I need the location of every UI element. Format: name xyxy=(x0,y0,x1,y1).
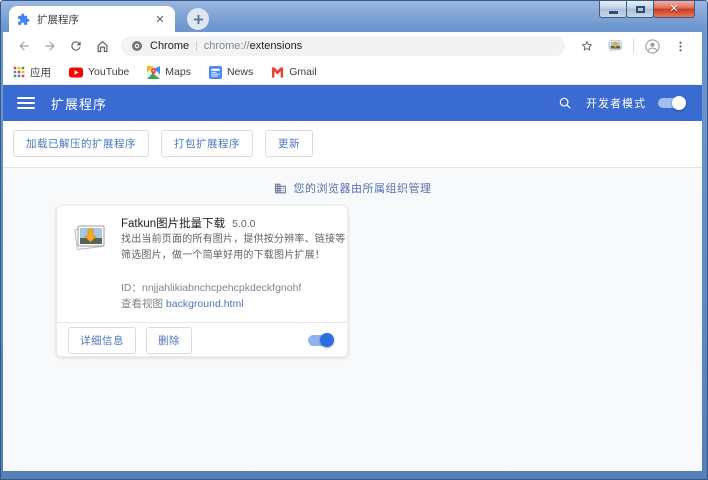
plus-icon xyxy=(193,14,204,25)
window-controls: ✕ xyxy=(600,1,695,18)
bookmark-youtube-label: YouTube xyxy=(88,66,129,78)
bookmark-apps[interactable]: 应用 xyxy=(13,65,51,80)
back-button[interactable] xyxy=(13,35,35,57)
browser-toolbar: Chrome | chrome://extensions xyxy=(3,32,702,60)
pack-extension-button[interactable]: 打包扩展程序 xyxy=(161,130,253,157)
home-button[interactable] xyxy=(91,35,113,57)
three-dot-menu-icon xyxy=(674,40,687,53)
details-button[interactable]: 详细信息 xyxy=(68,327,136,354)
browser-window: ✕ 扩展程序 ✕ xyxy=(0,0,708,480)
extension-info: Fatkun图片批量下载 5.0.0 找出当前页面的所有图片，提供按分辨率、链接等… xyxy=(121,216,339,312)
bookmark-star-button[interactable] xyxy=(576,35,598,57)
back-arrow-icon xyxy=(17,39,31,53)
minimize-icon xyxy=(609,11,618,14)
maximize-button[interactable] xyxy=(626,1,654,18)
minimize-button[interactable] xyxy=(599,1,627,18)
home-icon xyxy=(95,39,110,54)
close-icon: ✕ xyxy=(669,4,678,15)
background-page-link[interactable]: background.html xyxy=(166,298,244,310)
url-host: extensions xyxy=(250,40,303,52)
extensions-header: 扩展程序 开发者模式 xyxy=(3,85,702,121)
profile-button[interactable] xyxy=(641,35,663,57)
extension-id-value: nnjjahlikiabnchcpehcpkdeckfgnohf xyxy=(142,282,301,294)
address-separator: | xyxy=(195,41,198,52)
fatkun-extension-button[interactable] xyxy=(604,35,626,57)
reload-icon xyxy=(69,39,83,53)
developer-mode-label: 开发者模式 xyxy=(586,95,646,111)
chrome-product-icon xyxy=(131,40,143,52)
maps-icon xyxy=(147,66,160,79)
extension-id-row: ID：nnjjahlikiabnchcpehcpkdeckfgnohf xyxy=(121,280,339,296)
bookmark-maps-label: Maps xyxy=(165,66,191,78)
managed-notice-text: 您的浏览器由所属组织管理 xyxy=(294,180,432,196)
new-tab-button[interactable] xyxy=(187,8,209,30)
remove-button[interactable]: 删除 xyxy=(146,327,192,354)
update-button[interactable]: 更新 xyxy=(265,130,313,157)
reload-button[interactable] xyxy=(65,35,87,57)
profile-avatar-icon xyxy=(644,38,661,55)
maximize-icon xyxy=(636,6,645,13)
extension-views-row: 查看视图 background.html xyxy=(121,296,339,312)
extension-description: 找出当前页面的所有图片，提供按分辨率、链接等 筛选图片，做一个简单好用的下载图片… xyxy=(121,232,339,264)
bookmark-apps-label: 应用 xyxy=(30,65,51,80)
description-line-2: 筛选图片，做一个简单好用的下载图片扩展！ xyxy=(121,248,339,264)
extensions-page: 扩展程序 开发者模式 加载已解压的扩展程序 打包扩展程序 更新 您的浏 xyxy=(3,85,702,471)
bookmark-maps[interactable]: Maps xyxy=(147,66,191,79)
fatkun-app-icon xyxy=(72,220,108,256)
browser-body: Chrome | chrome://extensions xyxy=(3,32,702,471)
toolbar-right xyxy=(573,35,694,57)
bookmark-gmail[interactable]: Gmail xyxy=(271,66,316,78)
card-footer: 详细信息 删除 xyxy=(57,323,347,357)
close-button[interactable]: ✕ xyxy=(653,1,695,18)
views-label: 查看视图 xyxy=(121,298,166,310)
address-bar[interactable]: Chrome | chrome://extensions xyxy=(121,36,565,56)
browser-menu-button[interactable] xyxy=(669,35,691,57)
extension-enabled-toggle[interactable] xyxy=(308,335,333,346)
gmail-icon xyxy=(271,67,284,78)
bookmark-gmail-label: Gmail xyxy=(289,66,316,78)
star-icon xyxy=(580,39,594,53)
address-chip-label: Chrome xyxy=(150,40,189,52)
fatkun-extension-icon xyxy=(607,38,623,54)
url-scheme: chrome:// xyxy=(204,40,250,52)
bookmark-news[interactable]: News xyxy=(209,66,253,79)
page-title: 扩展程序 xyxy=(51,94,107,113)
hamburger-menu-button[interactable] xyxy=(17,97,35,109)
extension-id-label: ID： xyxy=(121,282,142,294)
extension-actions-row: 加载已解压的扩展程序 打包扩展程序 更新 xyxy=(3,121,702,168)
developer-mode-toggle[interactable] xyxy=(658,98,684,108)
news-icon xyxy=(209,66,222,79)
bookmark-youtube[interactable]: YouTube xyxy=(69,66,129,78)
tab-title: 扩展程序 xyxy=(37,12,153,27)
organization-building-icon xyxy=(274,182,287,195)
description-line-1: 找出当前页面的所有图片，提供按分辨率、链接等 xyxy=(121,232,339,248)
toolbar-divider xyxy=(633,39,634,53)
load-unpacked-button[interactable]: 加载已解压的扩展程序 xyxy=(13,130,149,157)
search-icon[interactable] xyxy=(558,96,572,110)
extension-name: Fatkun图片批量下载 xyxy=(121,218,225,230)
apps-grid-icon xyxy=(13,66,25,78)
bookmark-news-label: News xyxy=(227,66,253,78)
toggle-knob xyxy=(672,96,686,110)
header-right: 开发者模式 xyxy=(558,95,688,111)
browser-tab[interactable]: 扩展程序 ✕ xyxy=(9,6,175,32)
extension-card: Fatkun图片批量下载 5.0.0 找出当前页面的所有图片，提供按分辨率、链接等… xyxy=(56,205,348,357)
tab-close-icon[interactable]: ✕ xyxy=(153,12,167,26)
youtube-icon xyxy=(69,67,83,78)
extension-version: 5.0.0 xyxy=(232,218,255,230)
bookmarks-bar: 应用 YouTube Maps News xyxy=(3,60,702,85)
forward-button[interactable] xyxy=(39,35,61,57)
extensions-puzzle-icon xyxy=(17,13,30,26)
forward-arrow-icon xyxy=(43,39,57,53)
managed-notice[interactable]: 您的浏览器由所属组织管理 xyxy=(3,180,702,196)
toggle-knob xyxy=(320,333,334,347)
